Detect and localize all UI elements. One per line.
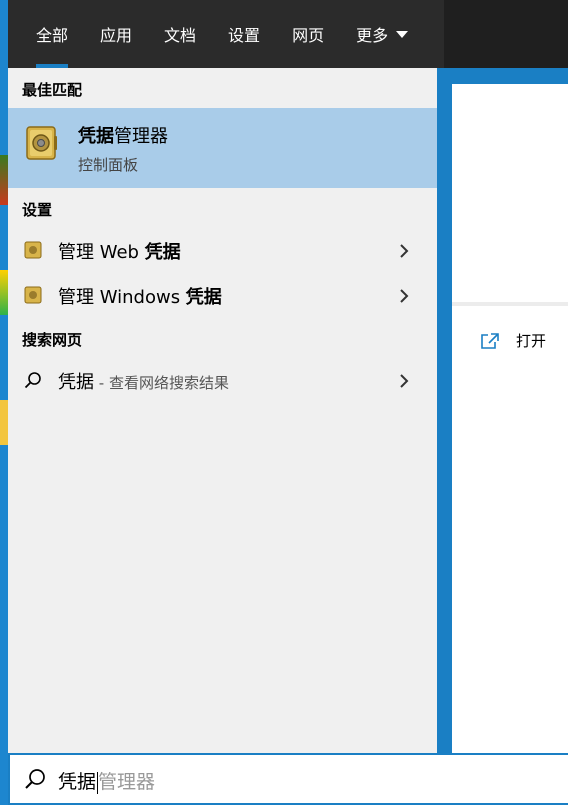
desktop-background [0, 0, 8, 805]
web-search-result[interactable]: 凭据 - 查看网络搜索结果 [8, 359, 437, 403]
tab-web[interactable]: 网页 [276, 0, 340, 68]
web-search-heading: 搜索网页 [22, 331, 83, 349]
open-label: 打开 [516, 332, 547, 350]
best-match-subtitle: 控制面板 [78, 156, 139, 174]
chevron-right-icon[interactable] [398, 287, 410, 305]
search-suggestion: 管理器 [98, 771, 156, 793]
chevron-right-icon[interactable] [398, 242, 410, 260]
search-icon [25, 769, 45, 789]
search-icon [24, 372, 41, 389]
best-match-name: 凭据管理器 [78, 126, 168, 147]
tab-documents[interactable]: 文档 [148, 0, 212, 68]
chevron-right-icon[interactable] [398, 372, 410, 390]
preview-pane: 打开 [452, 84, 568, 753]
search-input[interactable]: 凭据 管理器 [58, 767, 155, 794]
search-category-bar: 全部 应用 文档 设置 网页 更多 [8, 0, 568, 68]
desktop-shortcut-icon[interactable] [0, 155, 8, 205]
settings-item-label: 管理 Web 凭据 [58, 242, 181, 263]
settings-heading: 设置 [22, 201, 53, 219]
desktop-shortcut-icon[interactable] [0, 270, 8, 315]
credential-manager-icon [26, 126, 57, 160]
best-match-heading: 最佳匹配 [22, 81, 83, 99]
desktop-folder-icon[interactable] [0, 400, 8, 445]
tab-all[interactable]: 全部 [20, 0, 84, 68]
category-tabs: 全部 应用 文档 设置 网页 更多 [20, 0, 424, 68]
credential-settings-icon [24, 286, 42, 304]
divider [452, 302, 568, 306]
credential-settings-icon [24, 241, 42, 259]
open-button[interactable]: 打开 [480, 330, 546, 351]
chevron-down-icon [396, 30, 409, 38]
web-search-label: 凭据 - 查看网络搜索结果 [58, 372, 229, 393]
tab-more[interactable]: 更多 [340, 0, 424, 68]
open-external-icon [481, 332, 499, 349]
search-box[interactable]: 凭据 管理器 [8, 753, 568, 805]
settings-item-manage-windows-credentials[interactable]: 管理 Windows 凭据 [8, 274, 437, 318]
search-results-panel: 最佳匹配 凭据管理器 控制面板 设置 管理 Web 凭据 管理 Windows … [8, 68, 437, 753]
settings-item-label: 管理 Windows 凭据 [58, 287, 222, 308]
tab-settings[interactable]: 设置 [212, 0, 276, 68]
tab-apps[interactable]: 应用 [84, 0, 148, 68]
best-match-result[interactable]: 凭据管理器 控制面板 [8, 108, 437, 188]
settings-item-manage-web-credentials[interactable]: 管理 Web 凭据 [8, 229, 437, 273]
